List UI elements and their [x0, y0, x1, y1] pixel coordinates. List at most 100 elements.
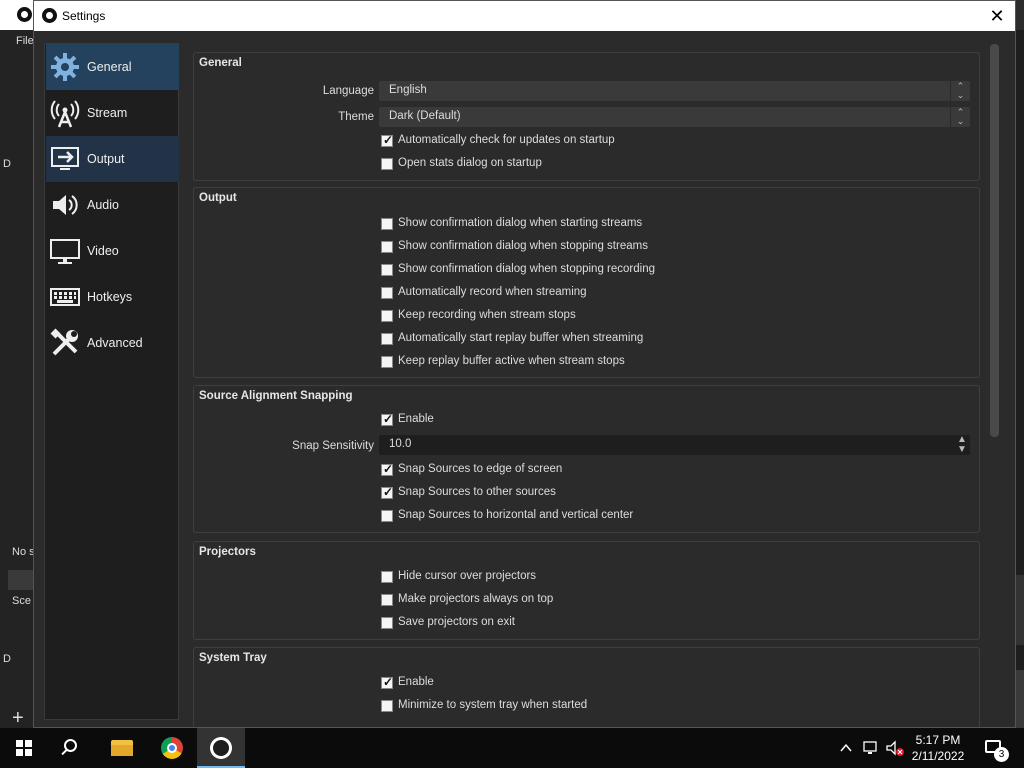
checkbox-box — [381, 264, 393, 276]
checkbox-box — [381, 594, 393, 606]
snap-sensitivity-spinbox[interactable]: 10.0 ▲ ▼ — [379, 435, 970, 455]
language-select[interactable]: English ⌃ ⌄ — [379, 81, 970, 101]
add-scene-button[interactable]: + — [12, 708, 24, 728]
checkbox-label: Open stats dialog on startup — [398, 157, 542, 169]
sidebar-item-advanced[interactable]: Advanced — [46, 320, 179, 366]
monitor-icon — [50, 239, 80, 264]
clock[interactable]: 5:17 PM 2/11/2022 — [898, 732, 978, 764]
projectors-group: Projectors Hide cursor over projectors M… — [193, 541, 980, 640]
settings-content: General Language English ⌃ ⌄ Theme Dark (… — [193, 51, 981, 727]
checkbox-label: Hide cursor over projectors — [398, 570, 537, 582]
sidebar-item-hotkeys[interactable]: Hotkeys — [46, 274, 179, 320]
sidebar-item-output[interactable]: Output — [46, 136, 179, 182]
system-tray-group: System Tray Enable Minimize to system tr… — [193, 647, 980, 727]
checkbox-label: Automatically start replay buffer when s… — [398, 332, 644, 344]
main-window-left-strip: File D No s Sce D — [0, 30, 35, 728]
speaker-icon — [53, 195, 78, 215]
tools-icon — [50, 328, 78, 356]
checkbox-label: Minimize to system tray when started — [398, 699, 588, 711]
file-menu[interactable]: File — [16, 35, 34, 47]
chevron-up-icon[interactable] — [839, 741, 853, 755]
sidebar-item-label: Audio — [87, 198, 119, 212]
scrollbar-thumb[interactable] — [990, 44, 999, 437]
checkbox-box — [381, 700, 393, 712]
snap-sensitivity-value: 10.0 — [389, 438, 412, 450]
clock-time: 5:17 PM — [915, 733, 961, 747]
group-title: Source Alignment Snapping — [199, 390, 353, 402]
right-dock-panel — [1016, 575, 1024, 645]
file-explorer-icon — [111, 740, 133, 756]
network-icon[interactable] — [862, 740, 880, 756]
checkbox-box — [381, 310, 393, 322]
checkbox-box — [381, 571, 393, 583]
sidebar-item-label: Advanced — [87, 336, 143, 350]
checkbox-box — [381, 675, 393, 689]
chrome-icon — [161, 737, 183, 759]
settings-titlebar: Settings ✕ — [34, 1, 1015, 31]
checkbox-box — [381, 462, 393, 476]
broadcast-icon — [50, 100, 80, 128]
sidebar-item-audio[interactable]: Audio — [46, 182, 179, 228]
checkbox-box — [381, 133, 393, 147]
checkbox-label: Automatically check for updates on start… — [398, 134, 615, 146]
dock-fragment-label-2: D — [3, 653, 11, 665]
obs-logo-icon — [17, 7, 32, 22]
snap-sensitivity-label: Snap Sensitivity — [292, 440, 374, 452]
start-icon — [16, 740, 32, 756]
settings-scrollbar[interactable] — [989, 44, 999, 724]
theme-value: Dark (Default) — [389, 110, 461, 122]
checkbox-label: Snap Sources to edge of screen — [398, 463, 563, 475]
output-group: Output Show confirmation dialog when sta… — [193, 187, 980, 378]
checkbox-box — [381, 218, 393, 230]
theme-select[interactable]: Dark (Default) ⌃ ⌄ — [379, 107, 970, 127]
search-button[interactable] — [48, 728, 96, 768]
checkbox-box — [381, 356, 393, 368]
checkbox-box — [381, 287, 393, 299]
notification-center-button[interactable]: 3 — [978, 728, 1024, 768]
dock-bar — [8, 570, 33, 590]
checkbox-label: Keep replay buffer active when stream st… — [398, 355, 625, 367]
checkbox-box — [381, 510, 393, 522]
checkbox-label: Show confirmation dialog when starting s… — [398, 217, 643, 229]
settings-dialog: Settings ✕ General Stream Output Audio V… — [33, 0, 1016, 728]
checkbox-label: Snap Sources to horizontal and vertical … — [398, 509, 634, 521]
checkbox-label: Save projectors on exit — [398, 616, 515, 628]
taskbar: 5:17 PM 2/11/2022 3 — [0, 728, 1024, 768]
group-title: Output — [199, 192, 237, 204]
spin-arrows-icon[interactable]: ▲ ▼ — [954, 435, 970, 455]
obs-logo-icon — [42, 8, 57, 23]
snapping-group: Source Alignment Snapping Enable Snap Se… — [193, 385, 980, 533]
dock-fragment-label: D — [3, 158, 11, 170]
checkbox-label: Make projectors always on top — [398, 593, 554, 605]
sidebar-item-label: Stream — [87, 106, 128, 120]
sidebar-item-video[interactable]: Video — [46, 228, 179, 274]
checkbox-label: Automatically record when streaming — [398, 286, 587, 298]
start-button[interactable] — [0, 728, 48, 768]
checkbox-box — [381, 485, 393, 499]
close-button[interactable]: ✕ — [985, 4, 1009, 28]
checkbox-label: Snap Sources to other sources — [398, 486, 556, 498]
keyboard-icon — [50, 288, 80, 306]
file-explorer-button[interactable] — [98, 728, 146, 768]
checkbox-box — [381, 158, 393, 170]
sidebar-item-general[interactable]: General — [46, 44, 179, 90]
sidebar-item-label: Hotkeys — [87, 290, 133, 304]
group-title: System Tray — [199, 652, 267, 664]
scenes-label: Sce — [12, 595, 31, 607]
group-title: Projectors — [199, 546, 256, 558]
no-source-label: No s — [12, 546, 35, 558]
chrome-button[interactable] — [148, 728, 196, 768]
up-down-arrows-icon: ⌃ ⌄ — [950, 81, 970, 101]
checkbox-label: Enable — [398, 413, 434, 425]
sidebar-item-label: Video — [87, 244, 119, 258]
sidebar-item-stream[interactable]: Stream — [46, 90, 179, 136]
general-group: General Language English ⌃ ⌄ Theme Dark (… — [193, 52, 980, 181]
obs-icon — [210, 737, 232, 759]
language-value: English — [389, 84, 427, 96]
checkbox-label: Enable — [398, 676, 434, 688]
dialog-title: Settings — [62, 9, 106, 23]
obs-taskbar-button[interactable] — [197, 728, 245, 768]
main-window-right-strip — [1016, 30, 1024, 730]
checkbox-box — [381, 412, 393, 426]
settings-sidebar: General Stream Output Audio Video Hotkey… — [44, 43, 179, 720]
